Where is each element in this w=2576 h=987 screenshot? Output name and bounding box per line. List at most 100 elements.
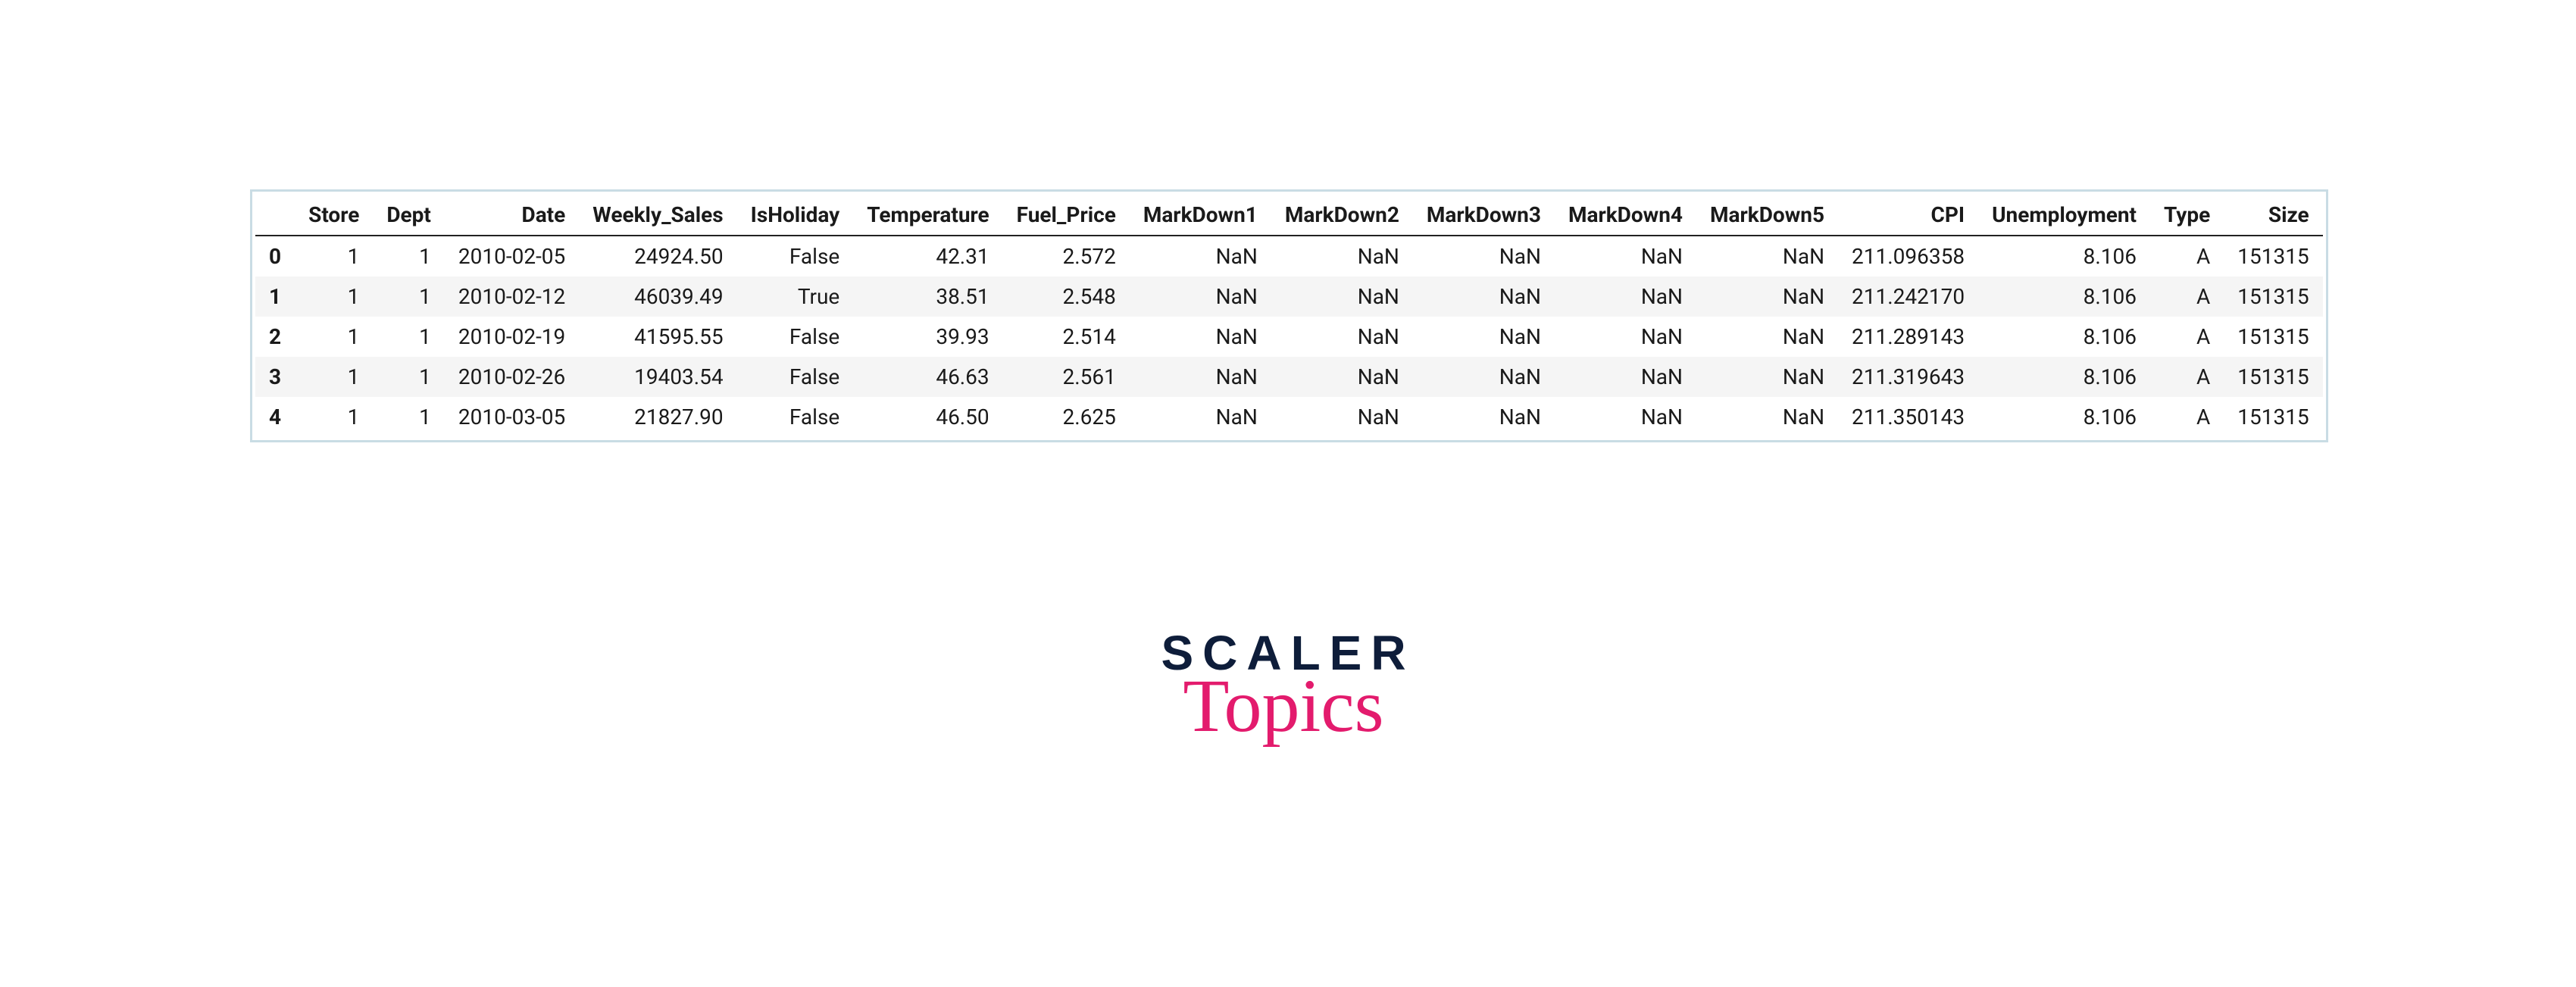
cell: A: [2150, 357, 2224, 397]
cell: 42.31: [853, 236, 1002, 276]
cell: NaN: [1271, 236, 1413, 276]
cell: NaN: [1130, 357, 1271, 397]
cell: A: [2150, 276, 2224, 317]
cell: 151315: [2224, 397, 2322, 437]
cell: 151315: [2224, 236, 2322, 276]
cell: NaN: [1696, 317, 1838, 357]
table-header-row: Store Dept Date Weekly_Sales IsHoliday T…: [255, 195, 2323, 236]
cell: NaN: [1555, 236, 1696, 276]
col-header: MarkDown3: [1413, 195, 1555, 236]
cell: 8.106: [1978, 236, 2150, 276]
col-header: CPI: [1838, 195, 1978, 236]
cell: False: [737, 397, 854, 437]
cell: 151315: [2224, 317, 2322, 357]
cell: 41595.55: [579, 317, 736, 357]
col-header: MarkDown4: [1555, 195, 1696, 236]
cell: NaN: [1271, 397, 1413, 437]
cell: NaN: [1696, 357, 1838, 397]
cell: 8.106: [1978, 397, 2150, 437]
cell: NaN: [1555, 276, 1696, 317]
row-index: 0: [255, 236, 295, 276]
cell: 1: [295, 317, 373, 357]
col-header: Dept: [373, 195, 445, 236]
cell: 211.289143: [1838, 317, 1978, 357]
cell: NaN: [1130, 236, 1271, 276]
cell: NaN: [1271, 317, 1413, 357]
cell: False: [737, 357, 854, 397]
cell: 2010-02-19: [445, 317, 579, 357]
table-row: 3 1 1 2010-02-26 19403.54 False 46.63 2.…: [255, 357, 2323, 397]
cell: NaN: [1413, 397, 1555, 437]
col-header: MarkDown2: [1271, 195, 1413, 236]
cell: False: [737, 317, 854, 357]
cell: 1: [373, 236, 445, 276]
cell: 2.514: [1003, 317, 1130, 357]
cell: NaN: [1696, 276, 1838, 317]
cell: 1: [373, 397, 445, 437]
cell: 1: [373, 276, 445, 317]
cell: 2.572: [1003, 236, 1130, 276]
col-header: Unemployment: [1978, 195, 2150, 236]
cell: 46.50: [853, 397, 1002, 437]
col-header: Fuel_Price: [1003, 195, 1130, 236]
cell: NaN: [1413, 357, 1555, 397]
cell: NaN: [1130, 276, 1271, 317]
cell: 2.548: [1003, 276, 1130, 317]
cell: 2010-02-12: [445, 276, 579, 317]
row-index: 1: [255, 276, 295, 317]
dataframe-table: Store Dept Date Weekly_Sales IsHoliday T…: [255, 195, 2323, 437]
cell: 2010-03-05: [445, 397, 579, 437]
cell: NaN: [1130, 397, 1271, 437]
cell: 1: [295, 276, 373, 317]
table-row: 0 1 1 2010-02-05 24924.50 False 42.31 2.…: [255, 236, 2323, 276]
cell: 211.350143: [1838, 397, 1978, 437]
cell: NaN: [1130, 317, 1271, 357]
col-header: IsHoliday: [737, 195, 854, 236]
cell: 1: [295, 357, 373, 397]
cell: 24924.50: [579, 236, 736, 276]
cell: 151315: [2224, 276, 2322, 317]
cell: 2.625: [1003, 397, 1130, 437]
cell: 1: [373, 317, 445, 357]
cell: 211.096358: [1838, 236, 1978, 276]
cell: 46039.49: [579, 276, 736, 317]
cell: 2010-02-05: [445, 236, 579, 276]
brand-logo: SCALER Topics: [1161, 629, 1415, 744]
cell: 8.106: [1978, 276, 2150, 317]
row-index: 2: [255, 317, 295, 357]
cell: A: [2150, 397, 2224, 437]
cell: 1: [295, 397, 373, 437]
cell: NaN: [1696, 397, 1838, 437]
cell: 1: [295, 236, 373, 276]
col-header: Temperature: [853, 195, 1002, 236]
col-header: MarkDown5: [1696, 195, 1838, 236]
cell: A: [2150, 317, 2224, 357]
table-row: 4 1 1 2010-03-05 21827.90 False 46.50 2.…: [255, 397, 2323, 437]
cell: 39.93: [853, 317, 1002, 357]
row-index: 3: [255, 357, 295, 397]
col-header: Weekly_Sales: [579, 195, 736, 236]
cell: NaN: [1413, 317, 1555, 357]
cell: NaN: [1271, 357, 1413, 397]
cell: NaN: [1555, 357, 1696, 397]
table-body: 0 1 1 2010-02-05 24924.50 False 42.31 2.…: [255, 236, 2323, 437]
cell: 38.51: [853, 276, 1002, 317]
cell: False: [737, 236, 854, 276]
cell: NaN: [1271, 276, 1413, 317]
cell: NaN: [1696, 236, 1838, 276]
cell: 21827.90: [579, 397, 736, 437]
col-header: Date: [445, 195, 579, 236]
cell: A: [2150, 236, 2224, 276]
cell: NaN: [1413, 236, 1555, 276]
col-header: Type: [2150, 195, 2224, 236]
col-header: MarkDown1: [1130, 195, 1271, 236]
cell: NaN: [1413, 276, 1555, 317]
cell: 1: [373, 357, 445, 397]
table-header: Store Dept Date Weekly_Sales IsHoliday T…: [255, 195, 2323, 236]
cell: 211.242170: [1838, 276, 1978, 317]
table-row: 1 1 1 2010-02-12 46039.49 True 38.51 2.5…: [255, 276, 2323, 317]
brand-name-lower: Topics: [1156, 668, 1410, 744]
cell: 2.561: [1003, 357, 1130, 397]
cell: 211.319643: [1838, 357, 1978, 397]
row-index: 4: [255, 397, 295, 437]
